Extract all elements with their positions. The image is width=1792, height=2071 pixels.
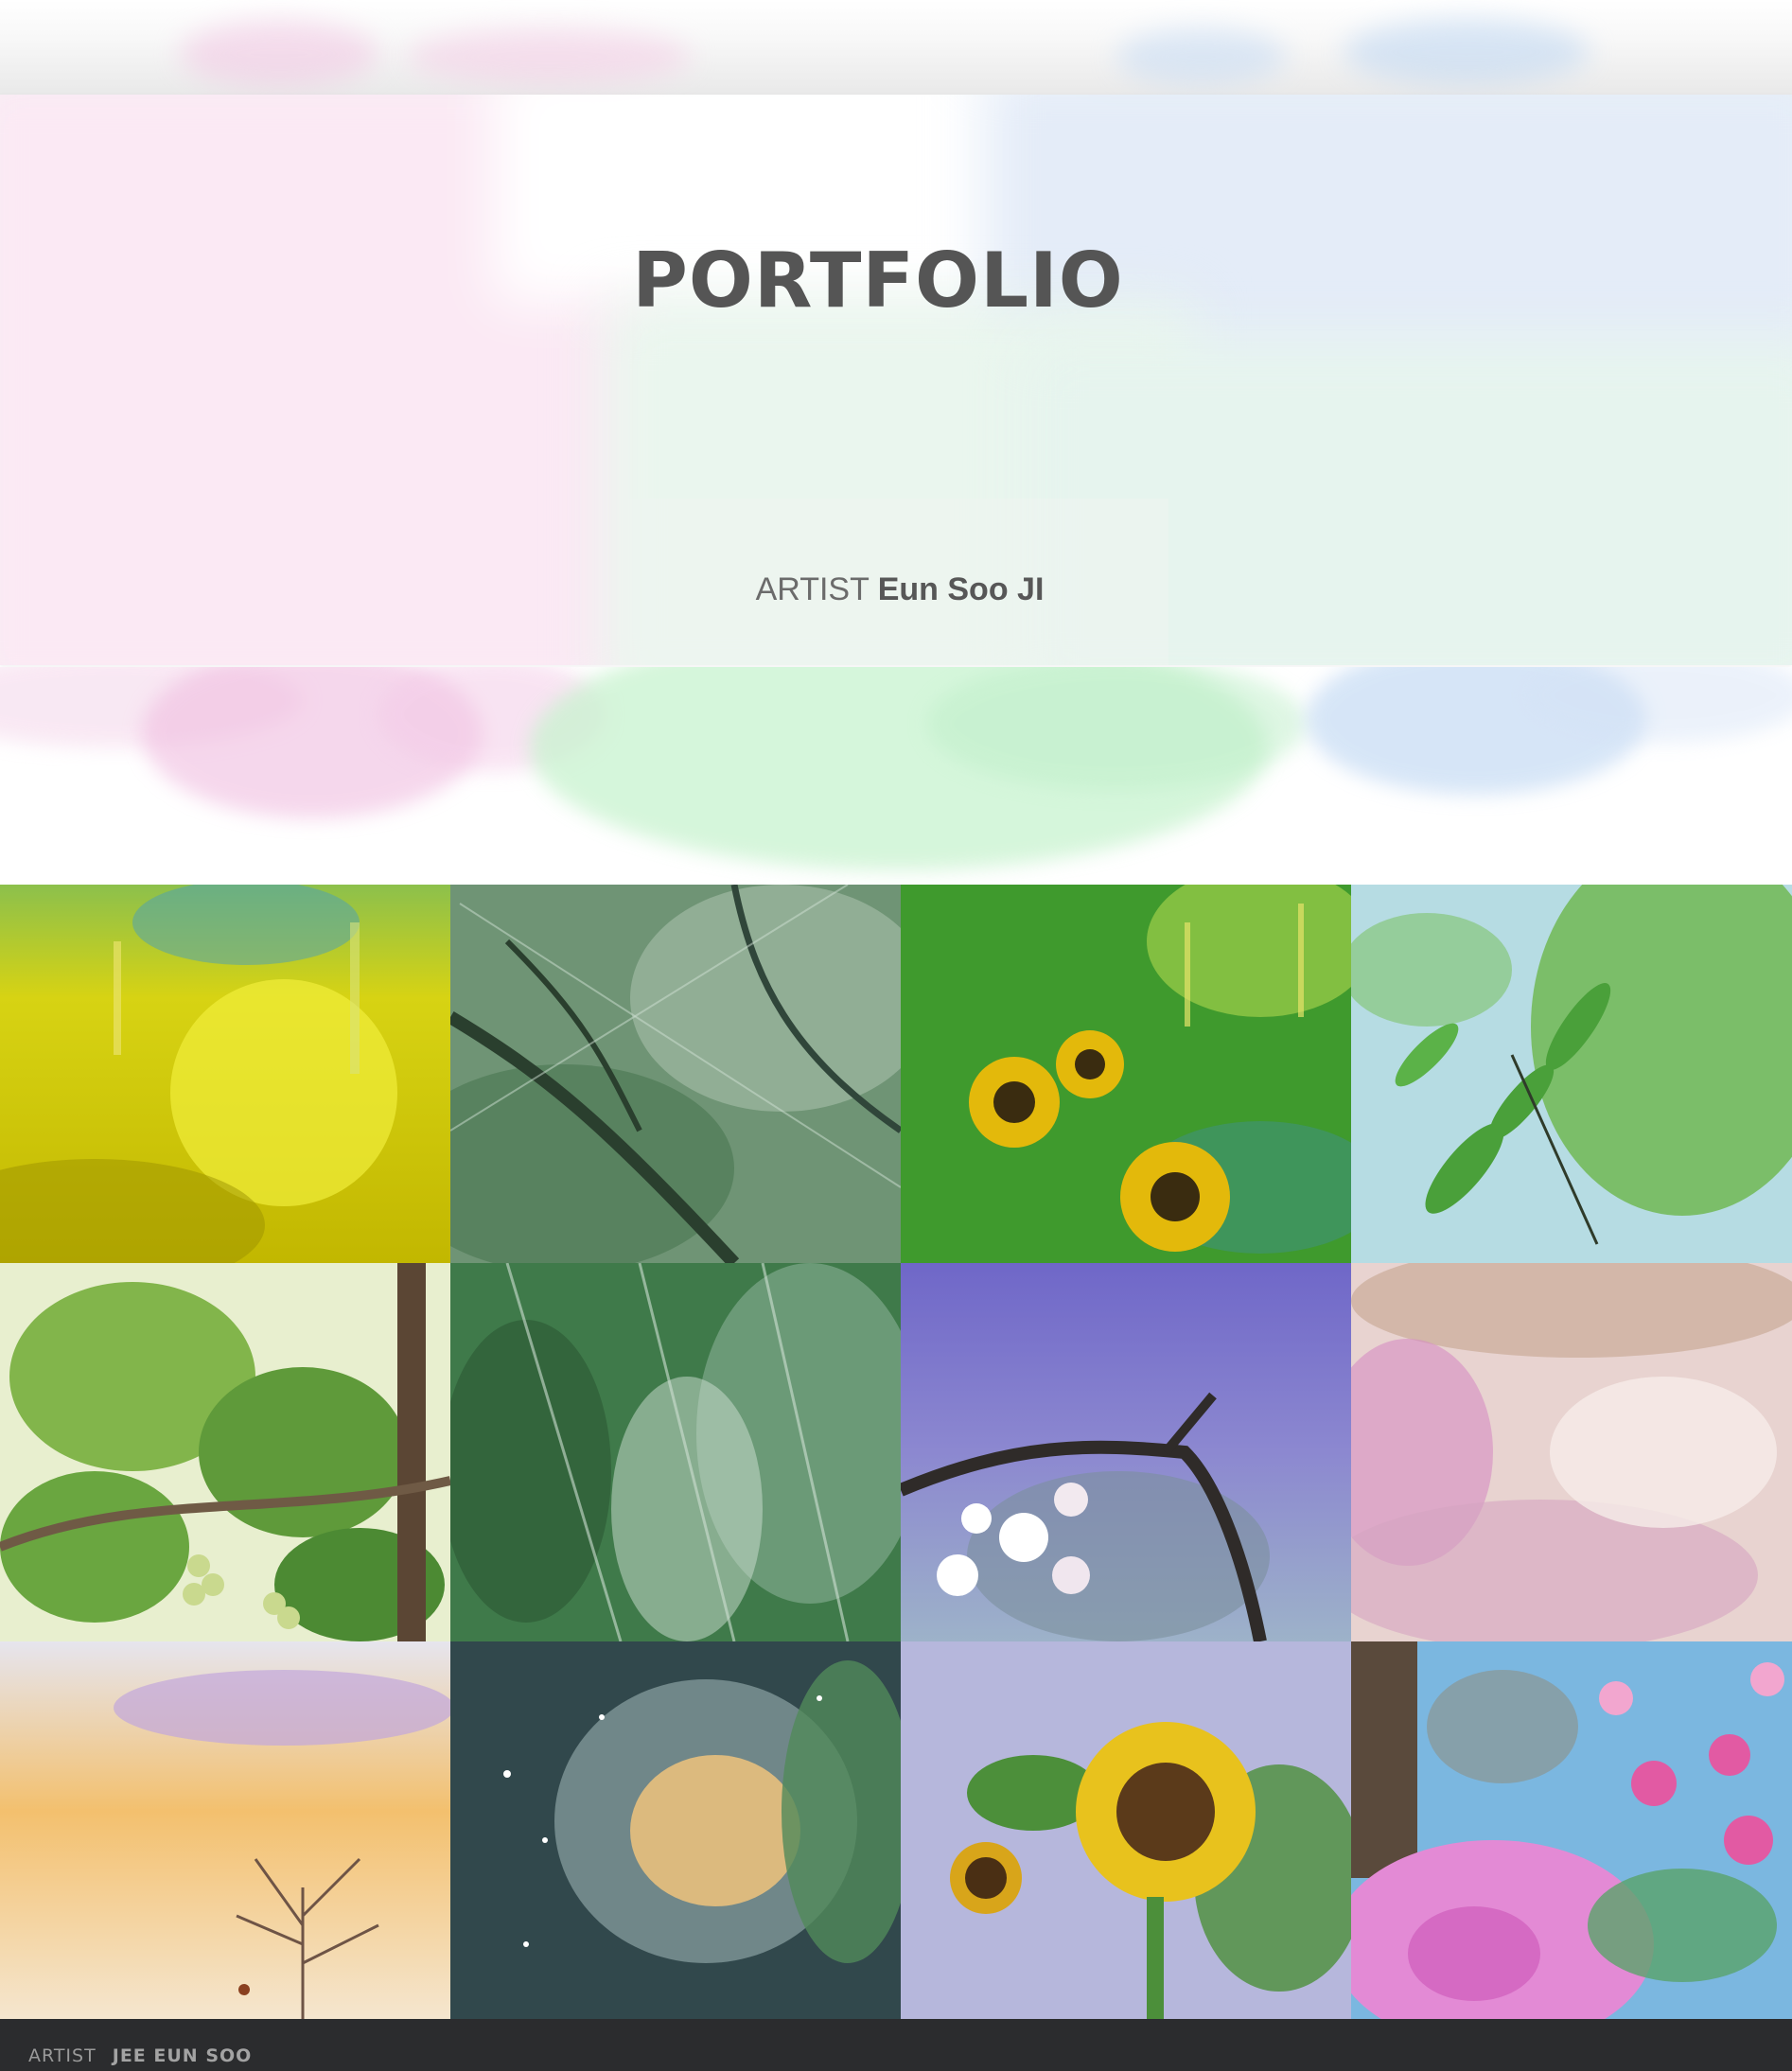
pink-splash <box>407 28 691 85</box>
artwork-tile-6[interactable] <box>450 1263 901 1641</box>
footer-artist-name: JEE EUN SOO <box>112 2045 253 2066</box>
artwork-tile-7[interactable] <box>901 1263 1351 1641</box>
artwork-tile-12[interactable] <box>1351 1641 1792 2019</box>
artwork-tile-4[interactable] <box>1351 885 1792 1263</box>
artwork-tile-10[interactable] <box>450 1641 901 2019</box>
hero-banner: PORTFOLIO ARTIST Eun Soo JI <box>0 95 1792 665</box>
artwork-tile-9[interactable] <box>0 1641 450 2019</box>
pink-splash <box>180 21 378 87</box>
artwork-tile-3[interactable] <box>901 885 1351 1263</box>
artist-label: ARTIST <box>755 571 870 607</box>
artwork-tile-11[interactable] <box>901 1641 1351 2019</box>
artwork-image <box>0 1641 450 2019</box>
artwork-image <box>450 885 901 1263</box>
artwork-gallery <box>0 885 1792 2019</box>
artwork-image <box>450 1263 901 1641</box>
blue-splash <box>1116 28 1287 85</box>
watercolor-splash-band <box>0 667 1792 885</box>
splash-band-art <box>0 667 1792 870</box>
artwork-image <box>1351 1263 1792 1641</box>
artwork-image <box>0 885 450 1263</box>
artwork-image <box>1351 885 1792 1263</box>
artwork-tile-8[interactable] <box>1351 1263 1792 1641</box>
artist-name: Eun Soo JI <box>877 571 1045 607</box>
top-watercolor-strip <box>0 0 1792 95</box>
artwork-image <box>1351 1641 1792 2019</box>
artwork-image <box>901 1641 1351 2019</box>
artwork-image <box>0 1263 450 1641</box>
artwork-image <box>901 1263 1351 1641</box>
artwork-tile-5[interactable] <box>0 1263 450 1641</box>
footer: ARTIST JEE EUN SOO <box>0 2019 1792 2071</box>
artwork-image <box>901 885 1351 1263</box>
artwork-tile-2[interactable] <box>450 885 901 1263</box>
footer-credit: ARTIST JEE EUN SOO <box>28 2045 252 2066</box>
page-title: PORTFOLIO <box>632 237 1124 325</box>
artist-credit: ARTIST Eun Soo JI <box>0 571 1792 608</box>
blue-splash <box>1344 19 1590 85</box>
footer-label: ARTIST <box>28 2045 97 2066</box>
artwork-image <box>450 1641 901 2019</box>
artwork-tile-1[interactable] <box>0 885 450 1263</box>
